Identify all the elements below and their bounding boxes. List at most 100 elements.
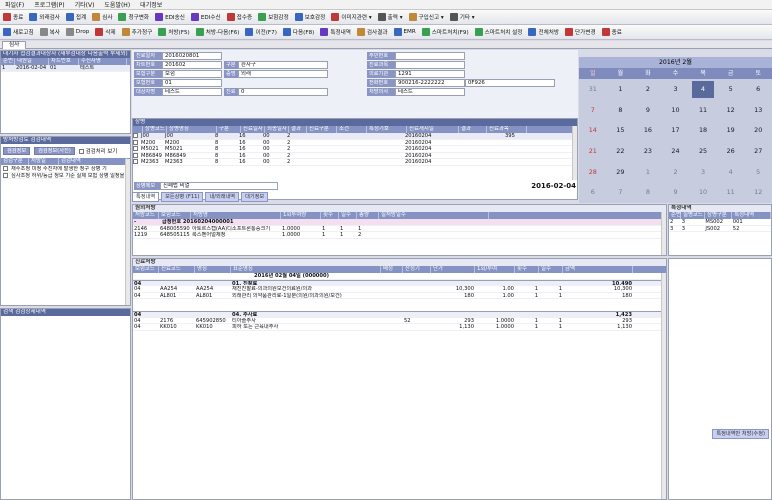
- calendar-day[interactable]: 9: [662, 182, 690, 203]
- toolbar2-button-3[interactable]: ■ 삭제: [92, 26, 118, 38]
- disease-row-check[interactable]: [133, 133, 138, 138]
- disease-row-check[interactable]: [133, 146, 138, 151]
- memo-input[interactable]: 진폐법 비열: [160, 181, 278, 190]
- calendar-day[interactable]: 13: [744, 100, 772, 121]
- calendar-day[interactable]: 29: [607, 162, 635, 183]
- toolbar2-button-9[interactable]: ■ 특정내역: [317, 26, 354, 38]
- patient-right-field-value[interactable]: 테스트: [395, 88, 465, 96]
- history-checkbox-box[interactable]: [78, 149, 84, 154]
- calendar-day[interactable]: 3: [689, 162, 717, 183]
- calendar-day[interactable]: 4: [717, 162, 745, 183]
- calendar-day[interactable]: 1: [607, 79, 635, 100]
- disease-row[interactable]: M2363 M2363 8 16 00 2 20160204: [133, 159, 577, 166]
- calendar-day[interactable]: 22: [607, 141, 635, 162]
- history-checkbox[interactable]: 검검처리 보기: [78, 147, 117, 155]
- calendar-day[interactable]: 9: [634, 100, 662, 121]
- history-scrollbar[interactable]: [125, 159, 130, 305]
- calendar-day[interactable]: 18: [689, 120, 717, 141]
- toolbar1-button-6[interactable]: ■ EDI수신: [188, 11, 224, 23]
- calendar-day[interactable]: 2: [634, 79, 662, 100]
- patient-field-value[interactable]: 보험: [162, 70, 222, 78]
- calendar-day[interactable]: 4: [692, 81, 714, 98]
- calendar-day[interactable]: 10: [689, 182, 717, 203]
- menu-item-4[interactable]: 대기정보: [135, 0, 167, 9]
- calendar-day[interactable]: 23: [634, 141, 662, 162]
- calendar-day[interactable]: 2: [662, 162, 690, 183]
- disease-tab-1[interactable]: 모든상병 (F11): [161, 192, 204, 202]
- calendar-day[interactable]: 8: [634, 182, 662, 203]
- toolbar1-button-7[interactable]: ■ 접수증: [224, 11, 255, 23]
- tab-review[interactable]: 심사: [2, 41, 27, 49]
- history-note-check[interactable]: [3, 166, 8, 171]
- toolbar1-button-11[interactable]: ■ 출력 ▾: [375, 11, 406, 23]
- toolbar2-button-10[interactable]: ■ 검사결과: [354, 26, 391, 38]
- toolbar2-button-8[interactable]: ■ 다음(F8): [280, 26, 317, 38]
- patient-right-field-value[interactable]: [395, 52, 465, 60]
- calendar-day[interactable]: 8: [607, 100, 635, 121]
- history-tab-0[interactable]: 검검정보: [3, 147, 31, 155]
- calendar-day[interactable]: 27: [744, 141, 772, 162]
- disease-tab-2[interactable]: 내/외래내역: [205, 192, 240, 202]
- toolbar2-button-11[interactable]: ■ EMR: [391, 26, 419, 38]
- calendar-day[interactable]: 24: [662, 141, 690, 162]
- menu-item-2[interactable]: 기타(V): [70, 0, 100, 9]
- calendar-day[interactable]: 31: [579, 79, 607, 100]
- menu-item-1[interactable]: 프로그램(P): [29, 0, 69, 9]
- patient-field-value[interactable]: 01: [162, 79, 222, 87]
- toolbar2-button-1[interactable]: ■ 복사: [37, 26, 63, 38]
- calendar-day[interactable]: 20: [744, 120, 772, 141]
- calendar-day[interactable]: 12: [717, 100, 745, 121]
- toolbar2-button-5[interactable]: ■ 처방(F5): [155, 26, 192, 38]
- calendar-day[interactable]: 17: [662, 120, 690, 141]
- toolbar2-button-12[interactable]: ■ 스마트처치(F9): [419, 26, 472, 38]
- toolbar2-button-14[interactable]: ■ 전체처방: [525, 26, 562, 38]
- calendar-day[interactable]: 11: [689, 100, 717, 121]
- menu-item-3[interactable]: 도움말(H): [99, 0, 135, 9]
- toolbar1-button-2[interactable]: ■ 접계: [63, 11, 89, 23]
- calendar-day[interactable]: 12: [744, 182, 772, 203]
- calendar-day[interactable]: 7: [579, 100, 607, 121]
- disease-row-check[interactable]: [133, 159, 138, 164]
- calendar-day[interactable]: 3: [662, 79, 690, 100]
- patient-right-field-value[interactable]: 900216-2222222: [395, 79, 465, 87]
- calendar-day[interactable]: 26: [717, 141, 745, 162]
- toolbar1-button-8[interactable]: ■ 보험감정: [255, 11, 292, 23]
- patient-extra-value[interactable]: 환자구: [238, 61, 328, 69]
- toolbar1-button-3[interactable]: ■ 심사: [89, 11, 115, 23]
- toolbar1-button-4[interactable]: ■ 청구변화: [115, 11, 152, 23]
- calendar-day[interactable]: 15: [607, 120, 635, 141]
- patient-right-field-value[interactable]: 1291: [395, 70, 465, 78]
- outpatient-rx-row[interactable]: 1219 648505115 록스펜어얼제정 1.0000 1 1 2: [133, 232, 666, 239]
- toolbar2-button-15[interactable]: ■ 단가변경: [562, 26, 599, 38]
- disease-row-check[interactable]: [133, 152, 138, 158]
- toolbar1-button-5[interactable]: ■ EDI송신: [152, 11, 188, 23]
- patient-right-field-value[interactable]: [395, 61, 465, 69]
- history-note-check[interactable]: [3, 172, 8, 178]
- special-row[interactable]: 3 3 JS002 52: [669, 226, 771, 232]
- disease-tab-0[interactable]: 특정내역: [132, 192, 160, 202]
- patient-field-value[interactable]: 테스트: [162, 88, 222, 96]
- calendar-day[interactable]: 1: [634, 162, 662, 183]
- toolbar1-button-9[interactable]: ■ 보호감정: [292, 11, 329, 23]
- calendar-day[interactable]: 16: [634, 120, 662, 141]
- history-tab-1[interactable]: 검검정보(사진): [34, 147, 75, 155]
- patient-field-value[interactable]: 2016020801: [162, 52, 222, 60]
- special-rx-edit-button[interactable]: 특정내역만 처방(수정): [712, 429, 769, 439]
- patient-right-extra-value[interactable]: 0F926: [465, 79, 555, 87]
- patient-extra-value[interactable]: 외래: [238, 70, 328, 78]
- toolbar1-button-1[interactable]: ■ 외래검사: [26, 11, 63, 23]
- disease-tab-3[interactable]: 대기정보: [241, 192, 269, 202]
- treatment-scrollbar[interactable]: [661, 273, 666, 499]
- calendar-day[interactable]: 25: [689, 141, 717, 162]
- calendar-day[interactable]: 19: [717, 120, 745, 141]
- calendar-day[interactable]: 6: [579, 182, 607, 203]
- calendar-day[interactable]: 14: [579, 120, 607, 141]
- patient-extra-value[interactable]: 0: [238, 88, 328, 96]
- calendar-day[interactable]: 5: [717, 79, 745, 100]
- patient-field-value[interactable]: 201602: [162, 61, 222, 69]
- toolbar2-button-2[interactable]: ■ Drop: [63, 26, 92, 38]
- outpatient-rx-scrollbar[interactable]: [661, 212, 666, 255]
- treatment-row[interactable]: 04 KK010 KK010 피하 또는 근육내주사 1,130 1.0000 1 1 1,13…: [133, 324, 666, 331]
- calendar-day[interactable]: 7: [607, 182, 635, 203]
- disease-scrollbar[interactable]: [572, 126, 577, 180]
